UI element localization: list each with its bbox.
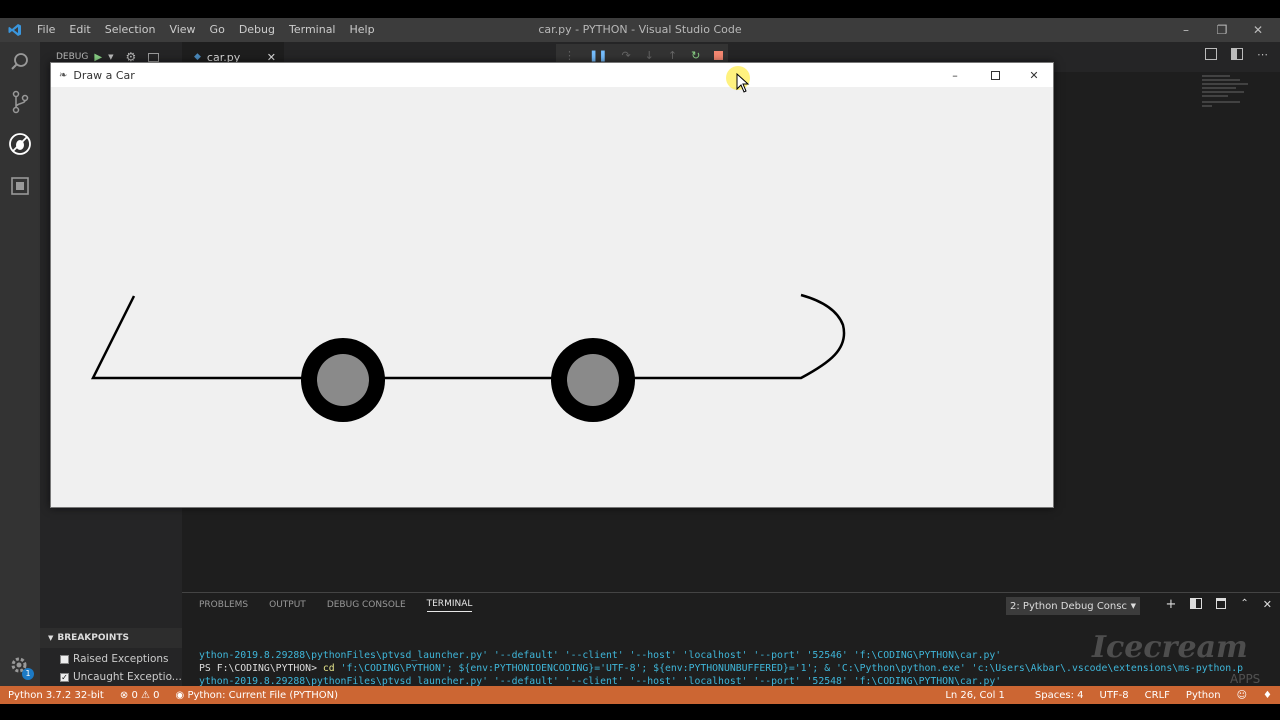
rear-wheel [301,338,385,422]
menu-view[interactable]: View [162,18,202,42]
start-debugging-icon[interactable]: ▶ [94,52,102,63]
warning-icon: ⚠ [141,689,150,701]
new-terminal-icon[interactable]: + [1165,598,1176,611]
error-icon: ⊗ [119,689,129,701]
close-panel-icon[interactable]: ✕ [1263,598,1272,611]
debug-configuration[interactable]: ◉ Python: Current File (PYTHON) [168,690,346,701]
line-ending[interactable]: CRLF [1137,690,1178,701]
tab-terminal[interactable]: TERMINAL [426,599,473,612]
front-wheel [551,338,635,422]
split-terminal-icon[interactable] [1190,598,1203,609]
feather-icon: ❧ [59,69,68,81]
editor-actions: ⋯ [1205,48,1268,61]
trash-icon[interactable] [1216,598,1227,609]
extensions-icon[interactable] [0,166,40,206]
menu-go[interactable]: Go [203,18,232,42]
tab-output[interactable]: OUTPUT [269,600,306,610]
status-bar: Python 3.7.2 32-bit ⊗ 0 ⚠ 0 ◉ Python: Cu… [0,686,1280,704]
split-editor-icon[interactable] [1231,48,1243,60]
menu-file[interactable]: File [30,18,62,42]
chevron-down-icon: ▼ [1130,602,1136,610]
debug-config-label: Python: Current File (PYTHON) [187,689,339,701]
tk-maximize-icon[interactable] [975,63,1015,87]
breakpoint-label: Uncaught Exceptio... [73,671,182,683]
debug-label: DEBUG [56,52,89,62]
panel-actions: + ⌃ ✕ [1165,598,1272,611]
tk-window-title: Draw a Car [73,68,135,82]
language-mode[interactable]: Python [1178,690,1229,701]
menu-selection[interactable]: Selection [98,18,163,42]
tab-problems[interactable]: PROBLEMS [199,600,248,610]
step-into-icon[interactable]: ↓ [645,49,654,62]
python-interpreter[interactable]: Python 3.7.2 32-bit [0,690,112,701]
maximize-panel-icon[interactable]: ⌃ [1240,598,1248,611]
more-actions-icon[interactable]: ⋯ [1257,48,1268,61]
tk-minimize-icon[interactable]: – [935,63,975,87]
menu-debug[interactable]: Debug [232,18,282,42]
search-icon[interactable] [0,42,40,82]
pause-icon[interactable]: ❚❚ [589,49,607,62]
settings-badge: 1 [22,668,34,680]
minimap[interactable] [1200,72,1266,132]
problems-indicator[interactable]: ⊗ 0 ⚠ 0 [112,690,168,701]
feedback-icon[interactable]: ☺ [1229,690,1255,701]
step-out-icon[interactable]: ↑ [668,49,677,62]
config-dropdown-icon[interactable]: ▼ [108,53,113,61]
close-icon[interactable]: ✕ [1240,18,1276,42]
watermark-logo: Icecream [1092,630,1248,665]
indentation[interactable]: Spaces: 4 [1027,690,1092,701]
vscode-logo-icon [0,18,30,42]
python-file-icon: ◆ [194,52,201,62]
restart-icon[interactable]: ↻ [691,49,700,62]
tk-close-icon[interactable]: ✕ [1014,63,1054,87]
open-changes-icon[interactable] [1205,48,1217,60]
raised-exceptions-checkbox[interactable] [60,654,69,664]
notifications-icon[interactable]: ♦ [1255,690,1280,701]
stop-icon[interactable] [714,50,724,60]
tab-debug-console[interactable]: DEBUG CONSOLE [327,600,406,610]
minimize-icon[interactable]: – [1168,18,1204,42]
front-wheel-hub [567,354,619,406]
menu-edit[interactable]: Edit [62,18,97,42]
activity-bar: 1 [0,42,40,688]
tk-window: ❧ Draw a Car – ✕ [50,62,1054,508]
source-control-icon[interactable] [0,82,40,122]
breakpoint-raised-exceptions[interactable]: Raised Exceptions [60,650,169,668]
chevron-down-icon: ▼ [48,634,54,642]
cursor-position[interactable]: Ln 26, Col 1 [937,690,1013,701]
terminal-prompt: PS F:\CODING\PYTHON> [199,663,323,674]
watermark-sub: APPS [1230,672,1261,686]
restore-icon[interactable]: ❐ [1204,18,1240,42]
car-canvas [90,293,846,422]
mouse-pointer [724,64,756,101]
step-over-icon[interactable]: ↷ [621,49,630,62]
error-count: 0 [131,689,138,701]
terminal-select[interactable]: 2: Python Debug Consc ▼ [1006,597,1140,615]
uncaught-exceptions-checkbox[interactable]: ✓ [60,672,69,682]
breakpoints-title: BREAKPOINTS [57,633,130,643]
rear-wheel-hub [317,354,369,406]
panel-tabs: PROBLEMS OUTPUT DEBUG CONSOLE TERMINAL [182,593,473,617]
debug-icon[interactable] [0,124,40,164]
warning-count: 0 [153,689,160,701]
tk-title-bar[interactable]: ❧ Draw a Car [51,63,1053,87]
file-encoding[interactable]: UTF-8 [1092,690,1137,701]
breakpoints-section-header[interactable]: ▼ BREAKPOINTS [40,628,182,648]
menu-terminal[interactable]: Terminal [282,18,343,42]
terminal-command: cd [322,663,335,674]
status-bar-right: Ln 26, Col 1 Spaces: 4 UTF-8 CRLF Python… [937,686,1280,704]
car-body-line [90,293,846,380]
settings-gear-icon[interactable]: 1 [0,646,40,686]
terminal-select-value: 2: Python Debug Consc [1010,600,1127,612]
title-bar: File Edit Selection View Go Debug Termin… [0,18,1280,42]
breakpoint-label: Raised Exceptions [73,653,169,665]
debug-console-icon[interactable] [148,52,160,62]
menu-bar: File Edit Selection View Go Debug Termin… [30,18,382,42]
breakpoint-uncaught-exceptions[interactable]: ✓ Uncaught Exceptio... [60,668,182,686]
drag-handle-icon[interactable]: ⋮ [564,49,575,62]
debug-status-icon: ◉ [175,689,185,701]
menu-help[interactable]: Help [343,18,382,42]
